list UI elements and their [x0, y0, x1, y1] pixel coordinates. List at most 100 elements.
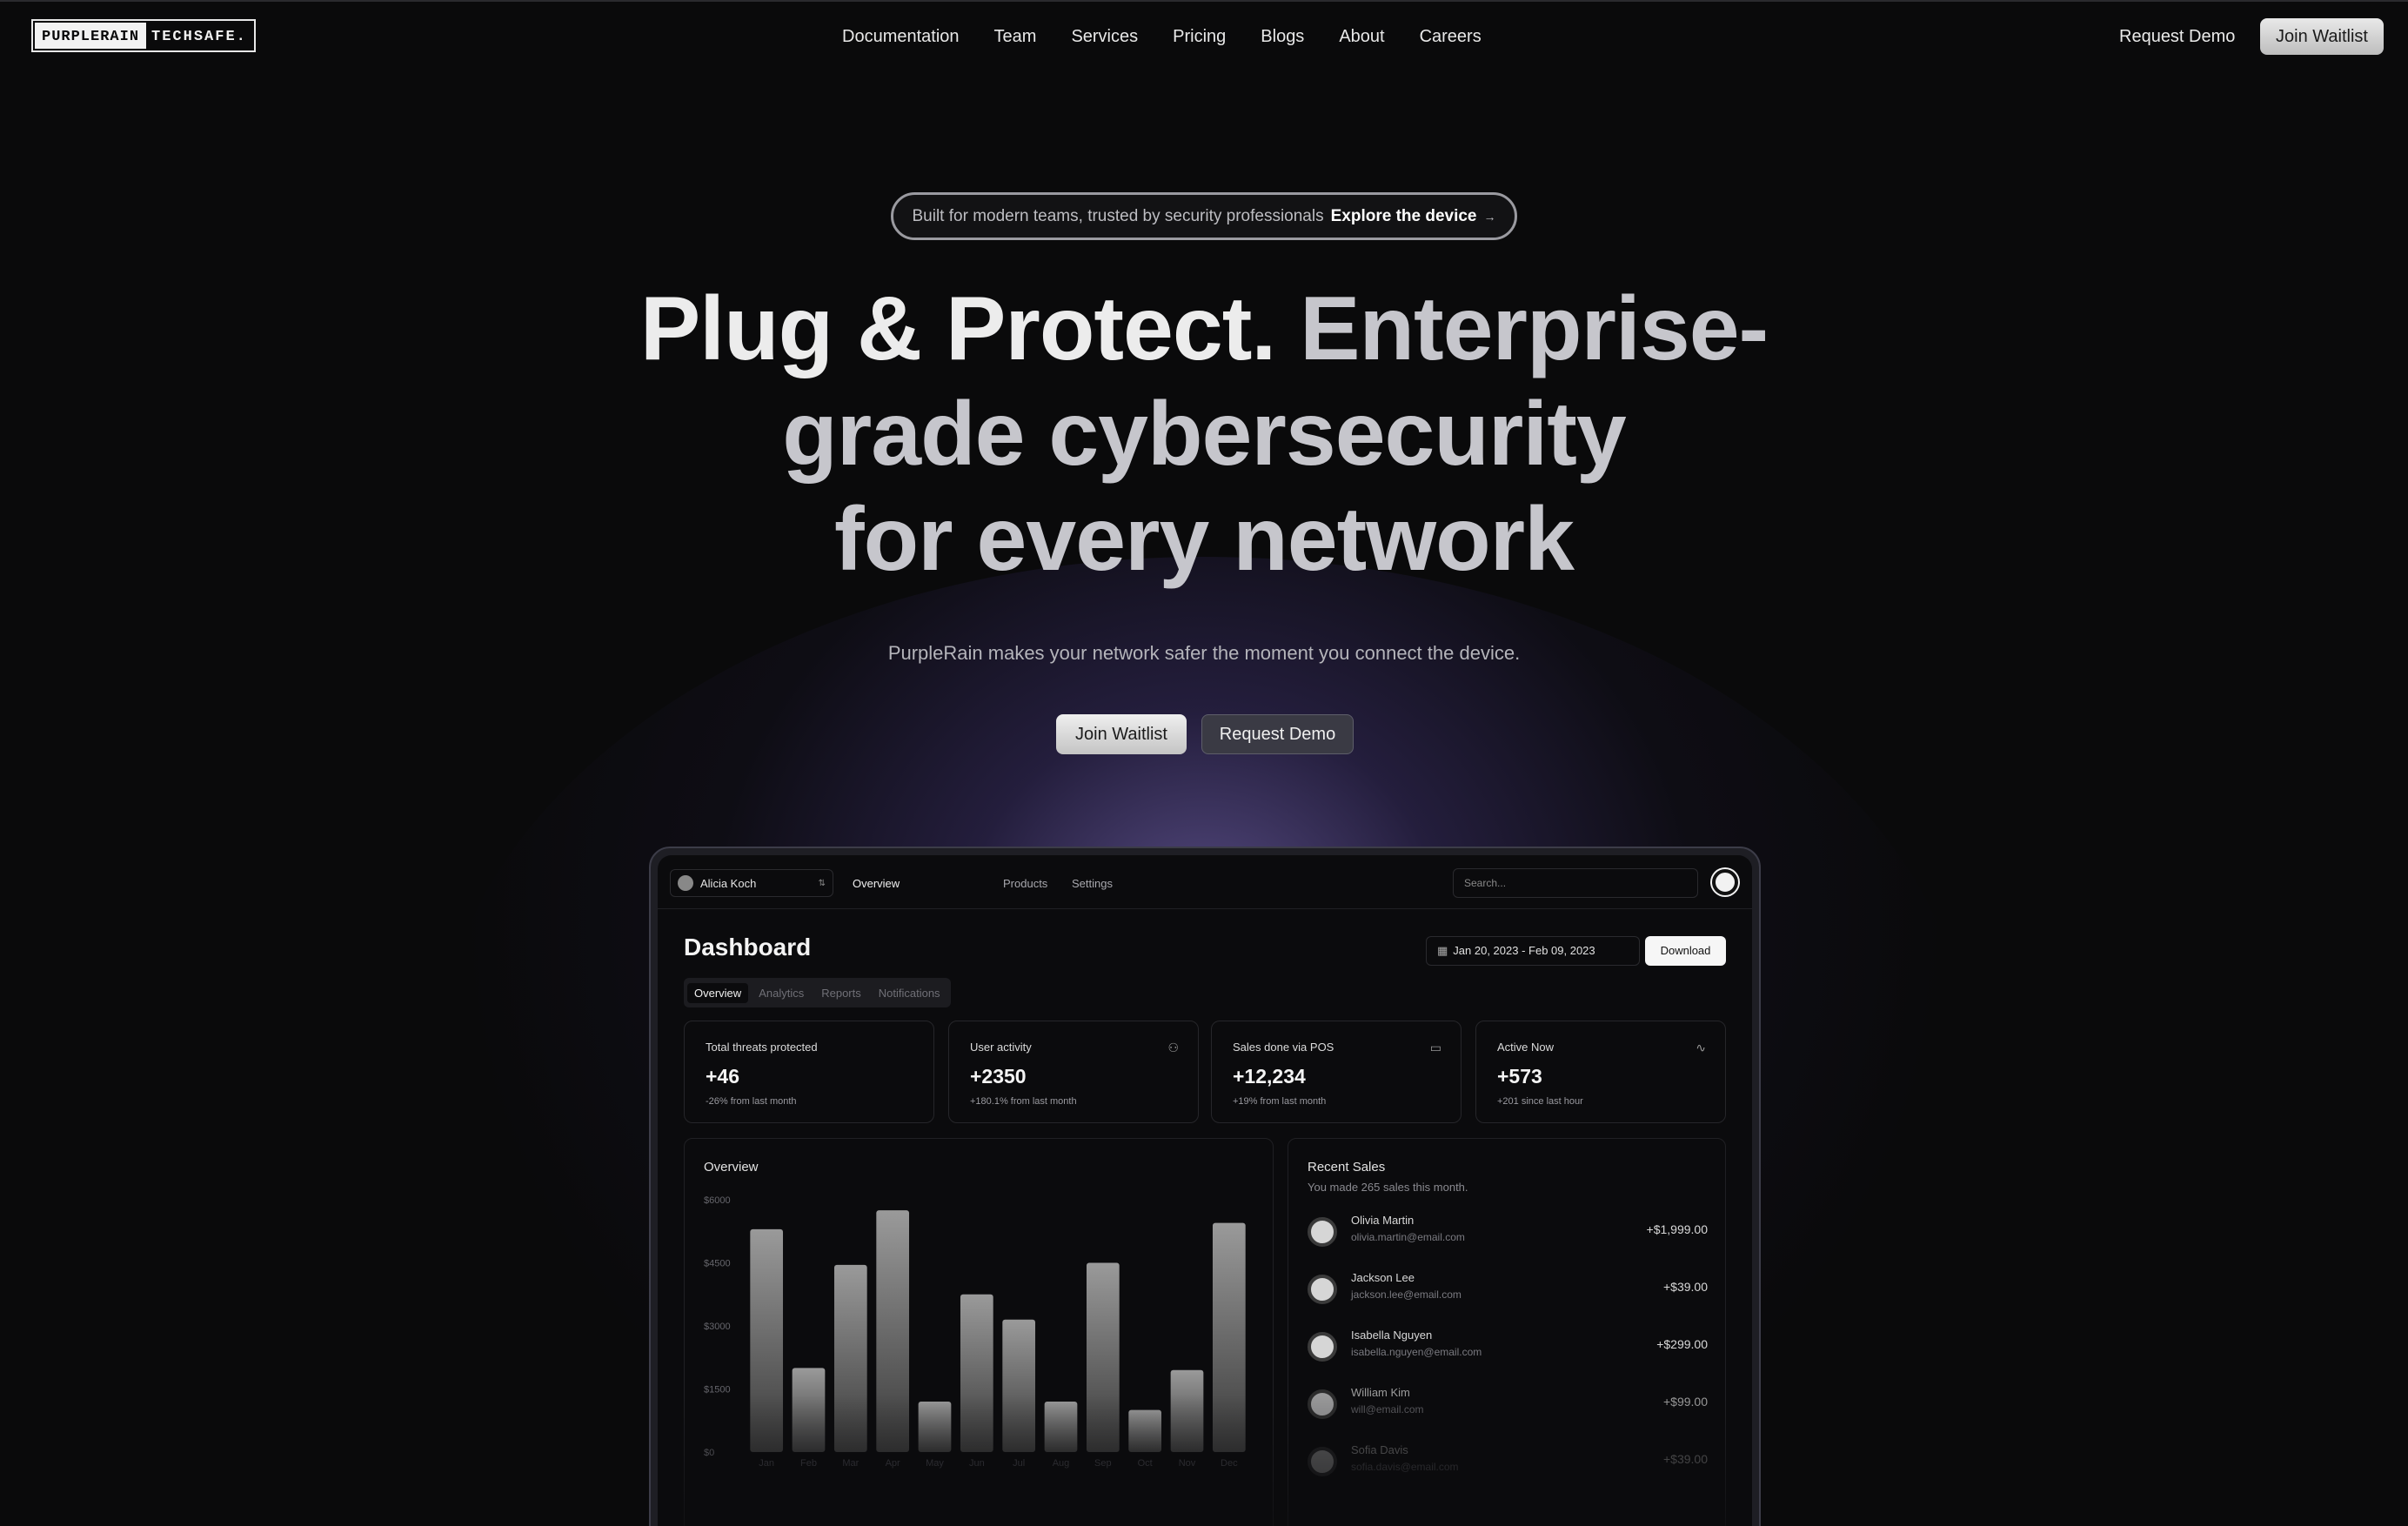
nav-documentation[interactable]: Documentation — [842, 24, 960, 49]
pill-text: Built for modern teams, trusted by secur… — [912, 206, 1324, 225]
nav-request-demo-link[interactable]: Request Demo — [2119, 24, 2235, 49]
topnav-overview[interactable]: Overview — [853, 877, 900, 890]
x-tick-label: Jul — [1013, 1458, 1025, 1469]
tab-analytics[interactable]: Analytics — [752, 983, 811, 1003]
stat-label: User activity — [970, 1041, 1032, 1054]
stat-change: -26% from last month — [706, 1096, 797, 1107]
x-tick-label: Dec — [1221, 1458, 1238, 1469]
top-nav: PURPLERAIN TECHSAFE. Documentation Team … — [0, 0, 2408, 73]
bar-mar — [833, 1264, 867, 1452]
sale-row[interactable]: Olivia Martin olivia.martin@email.com +$… — [1308, 1214, 1708, 1248]
x-tick-label: Nov — [1179, 1458, 1196, 1469]
dashboard-search-input[interactable]: Search... — [1453, 868, 1698, 898]
x-tick-label: May — [926, 1458, 944, 1469]
headline-part-1: Plug & Protect. — [639, 278, 1276, 379]
bar-apr — [876, 1210, 910, 1452]
customer-avatar — [1308, 1389, 1337, 1419]
customer-name: Jackson Lee — [1351, 1271, 1415, 1284]
y-tick-label: $1500 — [704, 1385, 731, 1395]
x-tick-label: Jan — [759, 1458, 774, 1469]
y-tick-label: $0 — [704, 1448, 714, 1458]
stat-value: +2350 — [970, 1065, 1027, 1088]
date-range-text: Jan 20, 2023 - Feb 09, 2023 — [1453, 944, 1595, 957]
customer-avatar — [1308, 1332, 1337, 1362]
brand-logo[interactable]: PURPLERAIN TECHSAFE. — [31, 19, 256, 52]
sale-row[interactable]: Isabella Nguyen isabella.nguyen@email.co… — [1308, 1329, 1708, 1363]
nav-pricing[interactable]: Pricing — [1173, 24, 1226, 49]
bar-aug — [1044, 1402, 1078, 1452]
dashboard-tabs: Overview Analytics Reports Notifications — [684, 978, 951, 1007]
headline-part-2: Enterprise- — [1300, 278, 1769, 379]
hero-join-waitlist-button[interactable]: Join Waitlist — [1056, 714, 1187, 754]
customer-avatar — [1308, 1217, 1337, 1247]
tab-reports[interactable]: Reports — [814, 983, 868, 1003]
hero-request-demo-button[interactable]: Request Demo — [1201, 714, 1354, 754]
bar-may — [918, 1402, 952, 1452]
stat-value: +573 — [1497, 1065, 1542, 1088]
x-tick-label: Sep — [1094, 1458, 1112, 1469]
stat-value: +12,234 — [1233, 1065, 1306, 1088]
stat-value: +46 — [706, 1065, 740, 1088]
nav-careers[interactable]: Careers — [1420, 24, 1482, 49]
y-tick-label: $6000 — [704, 1195, 731, 1206]
bar-jan — [750, 1228, 784, 1452]
hero-subtitle: PurpleRain makes your network safer the … — [887, 642, 1521, 664]
dashboard-topbar: Alicia Koch ⇅ Overview Products Settings… — [658, 855, 1752, 909]
customer-email: sofia.davis@email.com — [1351, 1461, 1459, 1473]
customer-avatar — [1308, 1447, 1337, 1476]
topnav-settings[interactable]: Settings — [1072, 877, 1113, 890]
sale-amount: +$39.00 — [1663, 1452, 1708, 1466]
sale-amount: +$99.00 — [1663, 1395, 1708, 1409]
stat-label: Active Now — [1497, 1041, 1555, 1054]
customer-email: olivia.martin@email.com — [1351, 1231, 1465, 1243]
activity-icon: ∿ — [1696, 1041, 1706, 1054]
hero-headline: Plug & Protect. Enterprise- grade cybers… — [552, 277, 1856, 592]
topnav-products[interactable]: Products — [1003, 877, 1047, 890]
users-icon: ⚇ — [1167, 1041, 1179, 1054]
nav-services[interactable]: Services — [1071, 24, 1138, 49]
user-name: Alicia Koch — [700, 876, 757, 890]
headline-line-3: for every network — [834, 489, 1575, 590]
tab-notifications[interactable]: Notifications — [872, 983, 947, 1003]
customer-avatar — [1308, 1275, 1337, 1304]
customer-email: jackson.lee@email.com — [1351, 1288, 1462, 1301]
bar-feb — [792, 1368, 826, 1452]
overview-chart-panel: Overview $6000 $4500 $3000 $1500 $0 Jan Feb Mar… — [684, 1138, 1274, 1526]
x-tick-label: Mar — [842, 1458, 859, 1469]
tab-overview[interactable]: Overview — [687, 982, 749, 1003]
sale-row[interactable]: Sofia Davis sofia.davis@email.com +$39.0… — [1308, 1443, 1708, 1478]
x-tick-label: Feb — [800, 1458, 817, 1469]
announcement-pill[interactable]: Built for modern teams, trusted by secur… — [891, 192, 1517, 240]
stat-card-user-activity: User activity ⚇ +2350 +180.1% from last … — [948, 1021, 1199, 1123]
nav-blogs[interactable]: Blogs — [1261, 24, 1304, 49]
y-tick-label: $4500 — [704, 1259, 731, 1269]
stat-card-active-now: Active Now ∿ +573 +201 since last hour — [1475, 1021, 1726, 1123]
user-switcher[interactable]: Alicia Koch ⇅ — [670, 869, 833, 897]
dashboard-title: Dashboard — [684, 934, 812, 960]
x-tick-label: Apr — [886, 1458, 900, 1469]
nav-join-waitlist-button[interactable]: Join Waitlist — [2260, 18, 2384, 55]
recent-sales-title: Recent Sales — [1308, 1160, 1386, 1175]
customer-name: Sofia Davis — [1351, 1443, 1408, 1456]
arrow-right-icon: → — [1483, 209, 1496, 224]
x-tick-label: Oct — [1138, 1458, 1153, 1469]
profile-avatar[interactable] — [1712, 869, 1738, 895]
sale-row[interactable]: Jackson Lee jackson.lee@email.com +$39.0… — [1308, 1271, 1708, 1306]
sale-amount: +$299.00 — [1656, 1337, 1708, 1351]
x-tick-label: Aug — [1053, 1458, 1070, 1469]
download-button[interactable]: Download — [1645, 936, 1726, 966]
nav-about[interactable]: About — [1339, 24, 1384, 49]
pill-link[interactable]: Explore the device — [1331, 207, 1477, 226]
chevron-updown-icon: ⇅ — [818, 878, 826, 888]
logo-part-2: TECHSAFE. — [151, 29, 247, 45]
bar-jun — [960, 1294, 993, 1452]
logo-part-1: PURPLERAIN — [35, 23, 147, 49]
customer-email: isabella.nguyen@email.com — [1351, 1346, 1482, 1358]
date-range-picker[interactable]: ▦ Jan 20, 2023 - Feb 09, 2023 — [1426, 936, 1640, 966]
stat-change: +201 since last hour — [1497, 1096, 1583, 1107]
stat-label: Total threats protected — [706, 1041, 818, 1054]
recent-sales-subtitle: You made 265 sales this month. — [1308, 1181, 1468, 1194]
sale-row[interactable]: William Kim will@email.com +$99.00 — [1308, 1386, 1708, 1421]
credit-card-icon: ▭ — [1429, 1041, 1441, 1054]
nav-team[interactable]: Team — [994, 24, 1037, 49]
